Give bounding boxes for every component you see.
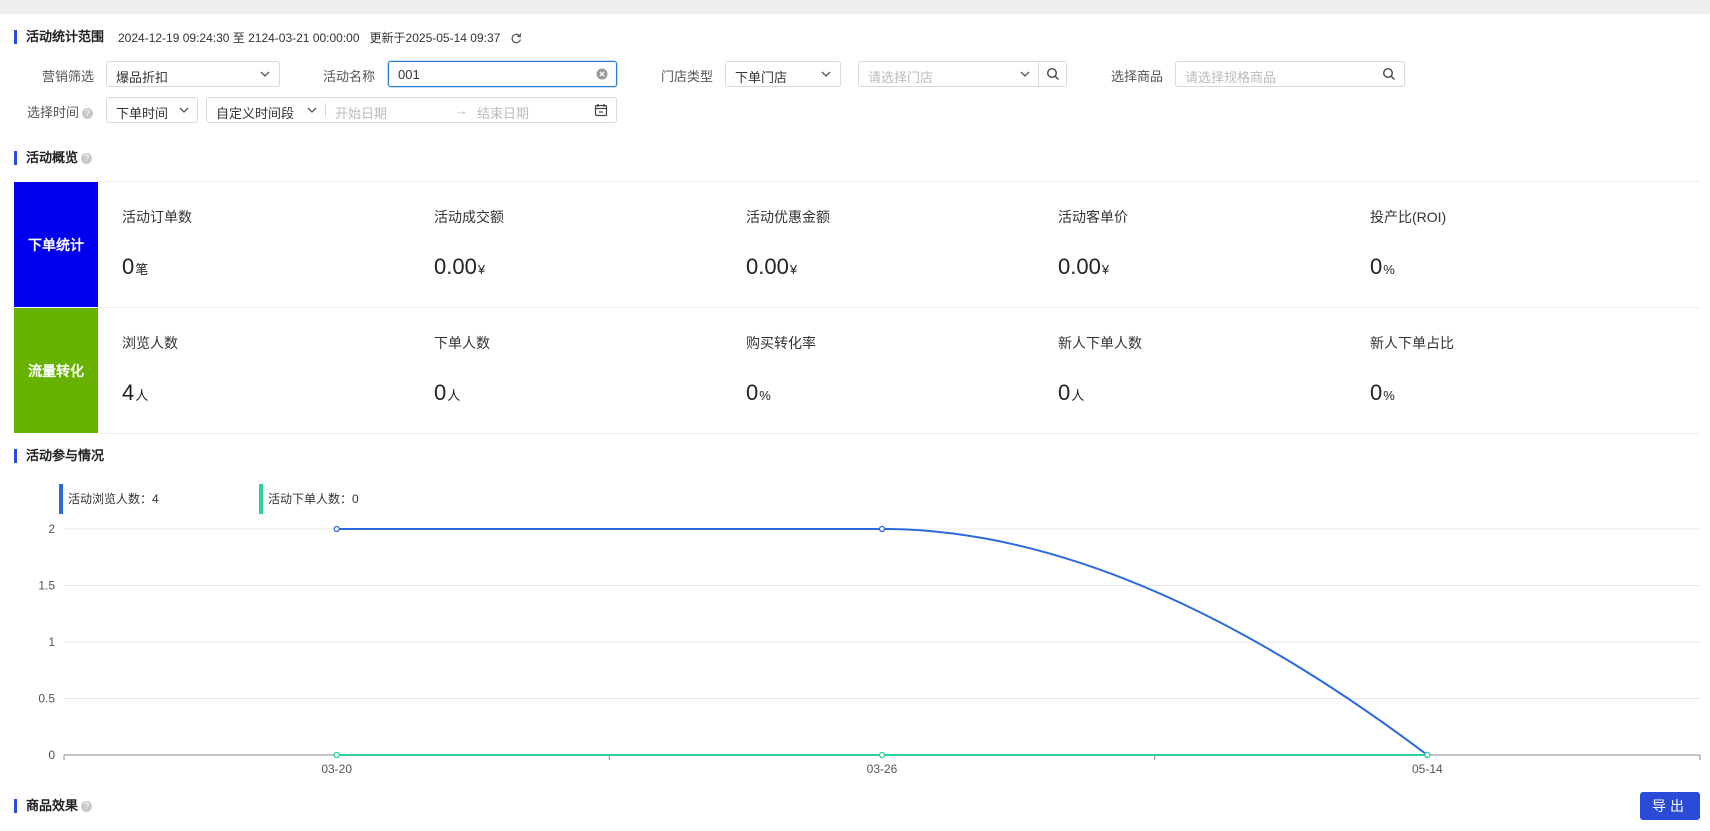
time-type-select[interactable]: 下单时间: [106, 97, 198, 123]
metric-label: 下单人数: [434, 335, 490, 351]
metric-label: 购买转化率: [746, 335, 816, 351]
section-title-overview-text: 活动概览: [26, 150, 79, 165]
marketing-filter-label: 营销筛选: [42, 69, 95, 84]
metric-value: 0笔: [122, 254, 149, 279]
metric-value: 0.00¥: [434, 254, 486, 279]
y-tick-label: 0.5: [38, 692, 55, 706]
y-tick-label: 0: [48, 748, 55, 762]
section-title-participation-text: 活动参与情况: [26, 448, 105, 463]
end-date-input[interactable]: 结束日期: [477, 103, 529, 122]
x-tick-label: 03-20: [321, 762, 352, 776]
date-range-picker[interactable]: 自定义时间段 开始日期 → 结束日期: [206, 97, 617, 123]
metric-label: 活动优惠金额: [746, 209, 830, 225]
marketing-select[interactable]: 爆品折扣: [106, 61, 280, 87]
data-point: [878, 525, 886, 533]
metric-label: 活动订单数: [122, 209, 192, 225]
help-icon[interactable]: ?: [82, 108, 94, 119]
section-title-product-effect: 商品效果?: [14, 798, 93, 814]
metric-label: 浏览人数: [122, 335, 178, 351]
time-label-text: 选择时间: [27, 105, 80, 120]
product-search-input[interactable]: 请选择规格商品: [1175, 61, 1405, 87]
metric-value: 0人: [434, 380, 461, 405]
data-point: [1424, 751, 1431, 759]
data-point: [878, 751, 886, 759]
order-stats-label: 下单统计: [28, 236, 84, 253]
help-icon[interactable]: ?: [81, 801, 93, 812]
range-period: 2024-12-19 09:24:30 至 2124-03-21 00:00:0…: [118, 31, 360, 45]
range-arrow-icon: →: [455, 103, 468, 118]
metric-value: 0人: [1058, 380, 1085, 405]
activity-name-input[interactable]: 001: [388, 61, 617, 87]
section-title-overview: 活动概览?: [14, 150, 93, 166]
marketing-select-value: 爆品折扣: [116, 70, 169, 85]
activity-name-label: 活动名称: [323, 69, 376, 84]
order-stats-block: 下单统计: [14, 182, 98, 307]
chevron-down-icon: [260, 71, 270, 77]
clear-icon[interactable]: [596, 68, 608, 80]
metric-label: 投产比(ROI): [1370, 209, 1447, 225]
legend-order: 活动下单人数：0: [259, 484, 359, 514]
metric-value: 0%: [746, 380, 771, 405]
search-icon[interactable]: [1382, 67, 1396, 81]
metric-label: 活动客单价: [1058, 209, 1128, 225]
help-icon[interactable]: ?: [81, 153, 93, 164]
separator: [1038, 62, 1039, 86]
metric-value: 4人: [122, 380, 149, 405]
legend-browse: 活动浏览人数：4: [59, 484, 159, 514]
start-date-input[interactable]: 开始日期: [335, 103, 387, 122]
data-point: [333, 525, 340, 533]
participation-line-chart: 0 0.5 1 1.5 2 03-20 03-26 05-14: [38, 522, 1701, 776]
divider: [98, 181, 1700, 182]
refresh-icon[interactable]: [510, 32, 522, 44]
divider: [98, 307, 1700, 308]
store-placeholder: 请选择门店: [868, 70, 934, 85]
section-title-product-effect-text: 商品效果: [26, 798, 79, 813]
section-title-range-text: 活动统计范围: [26, 29, 105, 44]
metric-label: 活动成交额: [434, 209, 504, 225]
store-type-select[interactable]: 下单门店: [725, 61, 841, 87]
time-type-value: 下单时间: [116, 106, 169, 121]
updated-time: 更新于2025-05-14 09:37: [369, 31, 501, 45]
chevron-down-icon: [179, 107, 189, 113]
x-tick-label: 03-26: [867, 762, 898, 776]
traffic-conversion-label: 流量转化: [28, 362, 84, 379]
metric-value: 0%: [1370, 254, 1395, 279]
metric-label: 新人下单占比: [1370, 335, 1454, 351]
divider: [98, 433, 1700, 434]
section-title-participation: 活动参与情况: [14, 448, 104, 464]
store-type-label: 门店类型: [661, 69, 714, 84]
store-type-value: 下单门店: [735, 70, 788, 85]
product-placeholder: 请选择规格商品: [1185, 70, 1277, 85]
metric-value: 0%: [1370, 380, 1395, 405]
data-point: [333, 751, 340, 759]
time-label: 选择时间?: [27, 102, 94, 121]
time-range-value: 自定义时间段: [216, 106, 295, 121]
y-tick-label: 1.5: [38, 579, 55, 593]
top-strip: [0, 0, 1710, 14]
metric-value: 0.00¥: [1058, 254, 1110, 279]
range-info: 2024-12-19 09:24:30 至 2124-03-21 00:00:0…: [118, 29, 522, 46]
chevron-down-icon: [307, 107, 317, 113]
metric-value: 0.00¥: [746, 254, 798, 279]
store-select[interactable]: 请选择门店: [858, 61, 1067, 87]
product-label: 选择商品: [1111, 69, 1164, 84]
export-button[interactable]: 导出: [1640, 792, 1700, 820]
y-tick-label: 2: [48, 522, 55, 536]
activity-name-value: 001: [398, 67, 420, 82]
metric-label: 新人下单人数: [1058, 335, 1142, 351]
x-tick-label: 05-14: [1412, 762, 1443, 776]
chevron-down-icon: [1020, 71, 1030, 77]
traffic-conversion-block: 流量转化: [14, 308, 98, 433]
calendar-icon[interactable]: [594, 103, 608, 117]
chevron-down-icon: [821, 71, 831, 77]
search-icon[interactable]: [1046, 67, 1060, 81]
y-tick-label: 1: [48, 635, 55, 649]
separator: [325, 103, 326, 117]
section-title-range: 活动统计范围: [14, 29, 104, 45]
